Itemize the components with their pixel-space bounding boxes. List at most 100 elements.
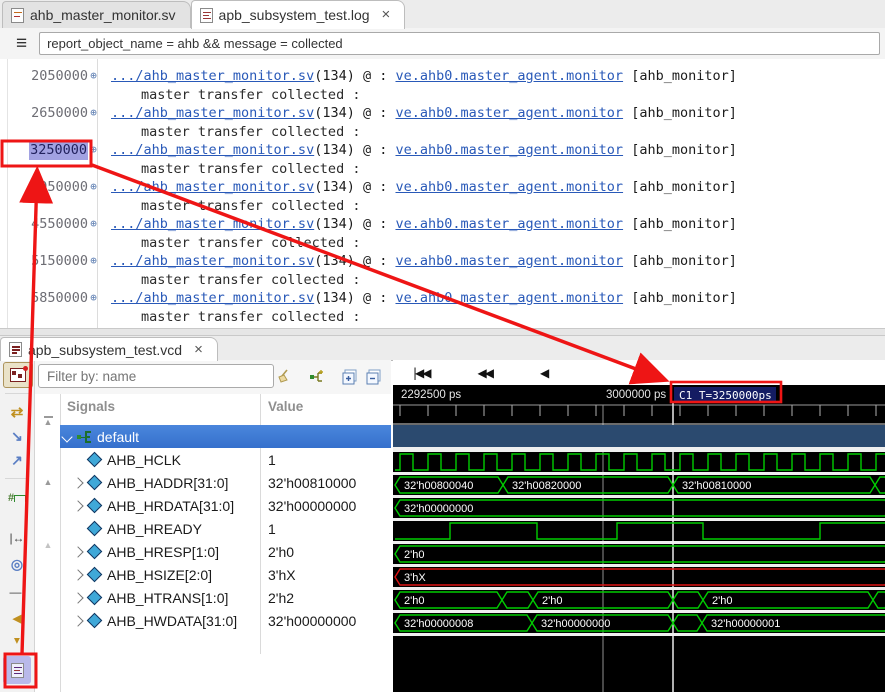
tab-ahb-master-monitor[interactable]: ahb_master_monitor.sv — [2, 1, 191, 28]
log-entry-message: .../ahb_master_monitor.sv(134) @ : ve.ah… — [111, 141, 737, 178]
log-column-separator — [97, 59, 98, 328]
scroll-to-top-icon[interactable]: ▲ — [40, 416, 56, 426]
log-file-link[interactable]: .../ahb_master_monitor.sv — [111, 253, 314, 269]
log-view[interactable]: 2050000⊕.../ahb_master_monitor.sv(134) @… — [0, 59, 885, 328]
log-timestamp[interactable]: 3950000 — [31, 178, 88, 197]
signal-row-ahb_hrdata-31-0-[interactable]: AHB_HRDATA[31:0]32'h00000000 — [60, 494, 391, 517]
menu-icon[interactable]: ≡ — [16, 33, 27, 55]
fast-backward-icon[interactable]: ◀◀ — [478, 366, 492, 380]
signal-values-icon[interactable]: # — [3, 486, 31, 510]
flatten-tree-icon[interactable] — [307, 366, 329, 388]
sv-file-icon — [11, 8, 24, 23]
tree-group-default[interactable]: default — [60, 425, 391, 448]
vcd-file-icon — [9, 342, 22, 357]
log-file-link[interactable]: .../ahb_master_monitor.sv — [111, 179, 314, 195]
log-entry-message: .../ahb_master_monitor.sv(134) @ : ve.ah… — [111, 104, 737, 141]
signals-column-header[interactable]: Signals — [67, 399, 115, 414]
signal-name: AHB_HRESP[1:0] — [107, 544, 219, 560]
chevron-right-icon[interactable] — [72, 546, 83, 557]
go-to-start-icon[interactable]: |◀◀ — [413, 366, 430, 380]
log-timestamp[interactable]: 4550000 — [31, 215, 88, 234]
close-tab-icon[interactable]: × — [194, 345, 203, 355]
log-entry-gutter: 4550000⊕ — [0, 215, 99, 252]
log-hierarchy-link[interactable]: ve.ahb0.master_agent.monitor — [395, 253, 623, 269]
value-column-header[interactable]: Value — [268, 399, 303, 414]
chevron-right-icon[interactable] — [72, 477, 83, 488]
log-file-link[interactable]: .../ahb_master_monitor.sv — [111, 216, 314, 232]
log-message-text: master transfer collected : — [111, 197, 737, 216]
link-with-log-button[interactable] — [3, 656, 31, 684]
log-timestamp[interactable]: 5150000 — [31, 252, 88, 271]
signal-name: AHB_HREADY — [107, 521, 202, 537]
tab-label: ahb_master_monitor.sv — [30, 7, 176, 23]
chevron-right-icon[interactable] — [72, 592, 83, 603]
wave-value-label: 2'h0 — [712, 595, 732, 607]
tab-apb-subsystem-test-log[interactable]: apb_subsystem_test.log × — [191, 0, 406, 29]
cursor-tool-icon[interactable]: —| — [3, 580, 31, 604]
log-hierarchy-link[interactable]: ve.ahb0.master_agent.monitor — [395, 68, 623, 84]
log-hierarchy-link[interactable]: ve.ahb0.master_agent.monitor — [395, 290, 623, 306]
log-hierarchy-link[interactable]: ve.ahb0.master_agent.monitor — [395, 216, 623, 232]
signal-row-ahb_hready[interactable]: AHB_HREADY1 — [60, 517, 391, 540]
tree-header: Signals Value — [35, 394, 391, 421]
waveform-canvas[interactable]: 2292500 ps3000000 psC1 T=3250000ps32'h00… — [393, 385, 885, 692]
log-hierarchy-link[interactable]: ve.ahb0.master_agent.monitor — [395, 179, 623, 195]
measure-time-icon[interactable]: |↔ — [3, 526, 31, 550]
log-timestamp[interactable]: 2650000 — [31, 104, 88, 123]
log-entry-gutter: 3950000⊕ — [0, 178, 99, 215]
tab-apb-subsystem-test-vcd[interactable]: apb_subsystem_test.vcd × — [0, 337, 218, 361]
chevron-right-icon[interactable] — [72, 615, 83, 626]
signal-name: AHB_HTRANS[1:0] — [107, 590, 228, 606]
scroll-up-icon[interactable]: ▲ — [40, 479, 56, 486]
zoom-selection-icon[interactable]: ◎ — [3, 552, 31, 576]
split-sash[interactable] — [0, 328, 885, 336]
log-meta-text: (134) @ : — [314, 179, 395, 195]
log-filter-input[interactable] — [39, 32, 880, 55]
chevron-down-icon[interactable] — [61, 431, 72, 442]
signal-name: AHB_HCLK — [107, 452, 181, 468]
log-timestamp-selected[interactable]: 3250000 — [29, 141, 88, 160]
log-meta-text: (134) @ : — [314, 216, 395, 232]
collapse-all-icon[interactable] — [363, 366, 385, 388]
log-hierarchy-link[interactable]: ve.ahb0.master_agent.monitor — [395, 105, 623, 121]
log-file-link[interactable]: .../ahb_master_monitor.sv — [111, 105, 314, 121]
next-marker-icon[interactable]: ▲ — [3, 628, 31, 652]
row-separator — [393, 472, 885, 475]
signal-filter-input[interactable] — [38, 364, 274, 388]
close-tab-icon[interactable]: × — [382, 10, 391, 20]
sync-selection-icon[interactable]: ⇄ — [3, 400, 31, 424]
signal-row-ahb_hwdata-31-0-[interactable]: AHB_HWDATA[31:0]32'h00000000 — [60, 609, 391, 632]
log-file-link[interactable]: .../ahb_master_monitor.sv — [111, 68, 314, 84]
log-meta-text: (134) @ : — [314, 253, 395, 269]
toolbar-divider — [5, 393, 29, 394]
signal-row-ahb_hclk[interactable]: AHB_HCLK1 — [60, 448, 391, 471]
log-hierarchy-link[interactable]: ve.ahb0.master_agent.monitor — [395, 142, 623, 158]
log-tag-text: [ahb_monitor] — [623, 142, 737, 158]
signals-tree: defaultAHB_HCLK1AHB_HADDR[31:0]32'h00810… — [60, 425, 391, 632]
signal-name: AHB_HSIZE[2:0] — [107, 567, 212, 583]
signal-row-ahb_hsize-2-0-[interactable]: AHB_HSIZE[2:0]3'hX — [60, 563, 391, 586]
expand-all-icon[interactable] — [339, 366, 361, 388]
wave-value-label: 2'h0 — [542, 595, 562, 607]
chevron-right-icon[interactable] — [72, 569, 83, 580]
signal-value: 2'h0 — [268, 544, 294, 560]
step-backward-icon[interactable]: ◀ — [540, 366, 547, 380]
signal-diamond-icon — [87, 498, 103, 514]
previous-marker-icon[interactable]: ◀ — [3, 606, 31, 630]
log-message-text: master transfer collected : — [111, 86, 737, 105]
chevron-right-icon[interactable] — [72, 500, 83, 511]
export-signals-icon[interactable]: ↗ — [3, 448, 31, 472]
log-file-link[interactable]: .../ahb_master_monitor.sv — [111, 290, 314, 306]
import-signals-icon[interactable]: ↘ — [3, 424, 31, 448]
log-meta-text: (134) @ : — [314, 290, 395, 306]
signal-row-ahb_haddr-31-0-[interactable]: AHB_HADDR[31:0]32'h00810000 — [60, 471, 391, 494]
signal-row-ahb_hresp-1-0-[interactable]: AHB_HRESP[1:0] 2'h0 — [60, 540, 391, 563]
signal-row-ahb_htrans-1-0-[interactable]: AHB_HTRANS[1:0]2'h2 — [60, 586, 391, 609]
log-timestamp[interactable]: 5850000 — [31, 289, 88, 308]
log-file-link[interactable]: .../ahb_master_monitor.sv — [111, 142, 314, 158]
clear-filter-icon[interactable] — [273, 366, 295, 388]
signal-diamond-icon — [87, 521, 103, 537]
wave-value-label: 2'h0 — [404, 549, 424, 561]
wave-editor-button[interactable] — [3, 362, 33, 388]
log-timestamp[interactable]: 2050000 — [31, 67, 88, 86]
